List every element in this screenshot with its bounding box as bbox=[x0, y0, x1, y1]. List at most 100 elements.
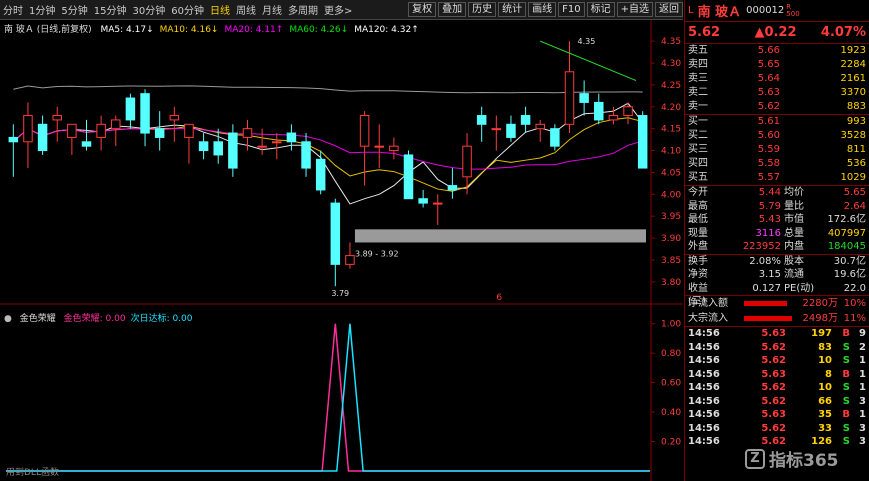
candle-body bbox=[301, 141, 311, 169]
toolbar-button[interactable]: F10 bbox=[558, 2, 585, 17]
flow-bar bbox=[744, 316, 792, 321]
indicator-line-0 bbox=[6, 323, 650, 472]
toolbar-button[interactable]: 历史 bbox=[468, 2, 497, 17]
period-tab[interactable]: 月线 bbox=[259, 2, 285, 17]
order-row[interactable]: 卖一 5.62 883 bbox=[685, 100, 869, 114]
price-change: ▲0.22 bbox=[754, 25, 797, 40]
kline-chart[interactable]: 4.35 4.30 4.25 4.20 4.15 4.10 4.05 4.00 3.95 3.90… bbox=[0, 20, 683, 305]
ma-label: MA10: 4.16↓ bbox=[159, 25, 219, 35]
order-price: 5.66 bbox=[757, 45, 780, 56]
candle-body bbox=[491, 128, 502, 131]
tick-time: 14:56 bbox=[688, 436, 720, 447]
order-row[interactable]: 买三 5.59 811 bbox=[685, 143, 869, 157]
candle-body bbox=[23, 115, 33, 143]
tick-side: S bbox=[842, 422, 850, 434]
stat-key: 股本 bbox=[784, 255, 804, 267]
candle-body bbox=[374, 145, 384, 148]
toolbar-button[interactable]: 统计 bbox=[498, 2, 527, 17]
tick-count: 1 bbox=[859, 368, 866, 380]
order-row[interactable]: 卖三 5.64 2161 bbox=[685, 72, 869, 86]
period-tab[interactable]: 5分钟 bbox=[58, 2, 90, 17]
candle-body bbox=[418, 198, 428, 204]
ind-tick-label: 0.60 bbox=[661, 379, 681, 389]
stat-key: 净资 bbox=[688, 269, 708, 280]
stock-name[interactable]: 南 玻Ａ bbox=[698, 1, 742, 20]
candle-body bbox=[37, 123, 48, 152]
indicator-icon[interactable]: ● bbox=[4, 314, 12, 324]
tick-price: 5.62 bbox=[761, 355, 786, 366]
y-tick-label: 4.00 bbox=[661, 190, 681, 200]
toolbar-button[interactable]: 返回 bbox=[655, 2, 683, 17]
stat-row: 最高 5.79 量比 2.64 bbox=[685, 200, 869, 214]
order-row[interactable]: 买一 5.61 993 bbox=[685, 115, 869, 129]
order-row[interactable]: 买二 5.60 3528 bbox=[685, 129, 869, 143]
period-tab[interactable]: 日线 bbox=[207, 2, 233, 17]
period-tab[interactable]: 分时 bbox=[0, 2, 26, 17]
chart-bg bbox=[0, 20, 683, 305]
tick-count: 1 bbox=[859, 409, 866, 420]
order-price: 5.60 bbox=[757, 130, 780, 141]
y-tick-label: 4.35 bbox=[661, 37, 681, 47]
candle-body bbox=[213, 141, 223, 156]
ind-tick-label: 0.40 bbox=[661, 408, 681, 418]
candle-body bbox=[608, 115, 619, 121]
period-tab[interactable]: 多周期 bbox=[285, 2, 321, 17]
order-row[interactable]: 卖五 5.66 1923 bbox=[685, 44, 869, 58]
period-tab[interactable]: 更多> bbox=[321, 2, 355, 17]
indicator-name[interactable]: 金色荣耀 bbox=[20, 314, 56, 324]
tick-volume: 10 bbox=[818, 355, 832, 366]
order-volume: 2161 bbox=[840, 73, 866, 84]
tick-time: 14:56 bbox=[688, 341, 720, 353]
indicator-legend: ● 金色荣耀 金色荣耀: 0.00 次日达标: 0.00 bbox=[4, 311, 198, 324]
order-label: 卖四 bbox=[688, 59, 708, 70]
stat-value: 22.0 bbox=[843, 282, 866, 294]
stat-key: 今开 bbox=[688, 187, 708, 198]
tick-price: 5.63 bbox=[761, 409, 786, 420]
flow-row: 大宗流入 2498万 11% bbox=[685, 311, 869, 326]
toolbar-button[interactable]: 复权 bbox=[408, 2, 437, 17]
toolbar-button[interactable]: 标记 bbox=[586, 2, 615, 17]
order-row[interactable]: 买五 5.57 1029 bbox=[685, 171, 869, 185]
candle[interactable] bbox=[550, 124, 560, 151]
order-price: 5.58 bbox=[757, 158, 780, 169]
candle-body bbox=[111, 119, 121, 130]
order-row[interactable]: 卖二 5.63 3370 bbox=[685, 86, 869, 100]
period-tab[interactable]: 30分钟 bbox=[129, 2, 168, 17]
watermark-text: 指标365 bbox=[769, 451, 839, 471]
tick-list[interactable]: 14:56 5.63 197 B 9 14:56 5.62 83 S 2 14:56 5.62 10 S 1… bbox=[685, 327, 869, 449]
tick-volume: 83 bbox=[818, 341, 832, 353]
candle-body bbox=[550, 128, 560, 147]
indicator-chart[interactable]: 1.00 0.80 0.60 0.40 0.20 bbox=[0, 305, 683, 481]
toolbar-button[interactable]: +自选 bbox=[616, 2, 653, 17]
candle-body bbox=[535, 123, 545, 130]
candle-body bbox=[389, 145, 399, 152]
order-row[interactable]: 买四 5.58 536 bbox=[685, 157, 869, 171]
stat-row: 今开 5.44 均价 5.65 bbox=[685, 186, 869, 200]
tick-volume: 33 bbox=[818, 422, 832, 434]
tick-side: B bbox=[842, 409, 850, 420]
order-label: 买一 bbox=[688, 116, 708, 127]
order-row[interactable]: 卖四 5.65 2284 bbox=[685, 58, 869, 72]
stat-key: 量比 bbox=[784, 200, 804, 212]
period-toolbar: 分时 1分钟 5分钟 15分钟 30分钟 60分钟 日线 周线 月线 多周期 更多> 复权 叠加 历史 统计… bbox=[0, 0, 683, 20]
period-tab[interactable]: 周线 bbox=[233, 2, 259, 17]
period-tab[interactable]: 60分钟 bbox=[168, 2, 207, 17]
tick-row: 14:56 5.62 33 S 3 bbox=[685, 422, 869, 436]
dll-footer-label: 用到DLL函数 bbox=[6, 468, 59, 478]
y-tick-label: 4.15 bbox=[661, 125, 681, 135]
toolbar-button[interactable]: 画线 bbox=[528, 2, 557, 17]
stat-key: 换手 bbox=[688, 255, 708, 267]
toolbar-button[interactable]: 叠加 bbox=[438, 2, 467, 17]
tick-volume: 10 bbox=[818, 382, 832, 393]
y-tick-label: 3.90 bbox=[661, 234, 681, 244]
order-label: 卖二 bbox=[688, 87, 708, 98]
period-tab[interactable]: 1分钟 bbox=[26, 2, 58, 17]
ma-label: MA60: 4.26↓ bbox=[289, 25, 349, 35]
candle-body bbox=[81, 141, 92, 147]
watermark-logo-icon: Z bbox=[745, 448, 765, 469]
candle[interactable] bbox=[637, 111, 648, 169]
candle[interactable] bbox=[403, 150, 414, 200]
period-tab[interactable]: 15分钟 bbox=[91, 2, 130, 17]
tick-count: 2 bbox=[859, 341, 866, 353]
flow-label: 大宗流入 bbox=[688, 313, 728, 324]
